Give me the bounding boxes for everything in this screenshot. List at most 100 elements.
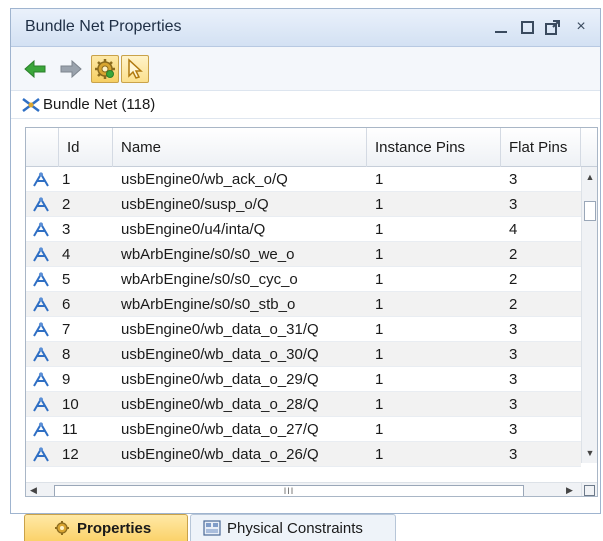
minimize-icon: [495, 21, 507, 33]
table-row[interactable]: 5 wbArbEngine/s0/s0_cyc_o 1 2: [26, 267, 581, 292]
net-icon: [33, 396, 49, 412]
tab-properties[interactable]: Properties: [24, 514, 188, 541]
tab-properties-label: Properties: [77, 519, 152, 537]
table-row[interactable]: 3 usbEngine0/u4/inta/Q 1 4: [26, 217, 581, 242]
cell-instance-pins: 1: [375, 296, 384, 313]
gear-icon: [55, 521, 69, 535]
table-row[interactable]: 4 wbArbEngine/s0/s0_we_o 1 2: [26, 242, 581, 267]
column-header-flat-pins[interactable]: Flat Pins: [501, 128, 581, 167]
net-icon: [33, 196, 49, 212]
row-icon-cell: [26, 217, 59, 242]
cell-name: usbEngine0/wb_data_o_29/Q: [121, 371, 319, 388]
float-button[interactable]: [541, 15, 565, 39]
cell-flat-pins: 2: [509, 271, 518, 288]
net-icon: [33, 321, 49, 337]
net-icon: [33, 421, 49, 437]
tab-physical-constraints-label: Physical Constraints: [227, 519, 363, 537]
scroll-left-icon[interactable]: ◀: [30, 485, 42, 496]
cell-id: 9: [62, 371, 71, 388]
maximize-icon: [520, 20, 534, 34]
close-icon: ×: [576, 18, 586, 35]
cell-name: usbEngine0/susp_o/Q: [121, 196, 269, 213]
row-icon-cell: [26, 242, 59, 267]
forward-button[interactable]: [57, 55, 85, 83]
cell-flat-pins: 4: [509, 221, 518, 238]
constraints-icon: [203, 520, 221, 536]
horizontal-scroll-thumb[interactable]: III: [54, 485, 524, 496]
table-row[interactable]: 7 usbEngine0/wb_data_o_31/Q 1 3: [26, 317, 581, 342]
scroll-right-icon[interactable]: ▶: [566, 485, 578, 496]
table-row[interactable]: 1 usbEngine0/wb_ack_o/Q 1 3: [26, 167, 581, 192]
pointer-icon: [128, 58, 143, 79]
table-row[interactable]: 11 usbEngine0/wb_data_o_27/Q 1 3: [26, 417, 581, 442]
window-title: Bundle Net Properties: [25, 18, 182, 35]
cell-name: usbEngine0/wb_data_o_28/Q: [121, 396, 319, 413]
cell-instance-pins: 1: [375, 421, 384, 438]
bundle-net-icon: [22, 98, 40, 112]
cell-id: 7: [62, 321, 71, 338]
cell-instance-pins: 1: [375, 396, 384, 413]
cell-instance-pins: 1: [375, 271, 384, 288]
cell-name: wbArbEngine/s0/s0_we_o: [121, 246, 295, 263]
properties-settings-button[interactable]: [91, 55, 119, 83]
net-icon: [33, 446, 49, 462]
back-button[interactable]: [21, 55, 49, 83]
net-icon: [33, 246, 49, 262]
row-icon-cell: [26, 192, 59, 217]
row-icon-cell: [26, 342, 59, 367]
row-icon-cell: [26, 417, 59, 442]
horizontal-scrollbar[interactable]: ◀ III ▶: [26, 482, 581, 496]
column-header-icon[interactable]: [26, 128, 59, 167]
close-button[interactable]: ×: [569, 15, 593, 39]
cell-id: 10: [62, 396, 79, 413]
cell-instance-pins: 1: [375, 371, 384, 388]
cell-flat-pins: 3: [509, 321, 518, 338]
net-icon: [33, 296, 49, 312]
scroll-up-icon[interactable]: ▲: [582, 171, 597, 183]
cell-name: wbArbEngine/s0/s0_stb_o: [121, 296, 296, 313]
cell-name: usbEngine0/wb_data_o_27/Q: [121, 421, 319, 438]
float-icon: [545, 20, 560, 35]
cell-instance-pins: 1: [375, 196, 384, 213]
cell-name: usbEngine0/u4/inta/Q: [121, 221, 266, 238]
title-bar[interactable]: Bundle Net Properties ×: [11, 9, 600, 47]
column-header-name[interactable]: Name: [113, 128, 367, 167]
cell-flat-pins: 3: [509, 396, 518, 413]
corner-box-icon: [584, 485, 595, 496]
column-header-instance-pins[interactable]: Instance Pins: [367, 128, 501, 167]
bundle-net-table: Id Name Instance Pins Flat Pins 1 usbEngi…: [25, 127, 598, 497]
row-icon-cell: [26, 317, 59, 342]
vertical-scrollbar[interactable]: ▲ ▼: [581, 167, 597, 463]
row-icon-cell: [26, 367, 59, 392]
cell-flat-pins: 2: [509, 296, 518, 313]
cell-name: wbArbEngine/s0/s0_cyc_o: [121, 271, 298, 288]
bundle-net-properties-window: Bundle Net Properties × Bundle Net (118)…: [10, 8, 601, 514]
cell-name: usbEngine0/wb_data_o_30/Q: [121, 346, 319, 363]
cell-flat-pins: 3: [509, 421, 518, 438]
cell-flat-pins: 3: [509, 171, 518, 188]
cell-instance-pins: 1: [375, 171, 384, 188]
table-row[interactable]: 12 usbEngine0/wb_data_o_26/Q 1 3: [26, 442, 581, 467]
row-icon-cell: [26, 167, 59, 192]
bottom-tabs: Properties Physical Constraints: [0, 514, 603, 541]
vertical-scroll-thumb[interactable]: [584, 201, 596, 221]
tab-physical-constraints[interactable]: Physical Constraints: [190, 514, 396, 541]
table-row[interactable]: 10 usbEngine0/wb_data_o_28/Q 1 3: [26, 392, 581, 417]
toolbar: [11, 47, 600, 91]
scroll-down-icon[interactable]: ▼: [582, 447, 597, 459]
grid-corner[interactable]: [581, 482, 597, 496]
net-icon: [33, 371, 49, 387]
select-button[interactable]: [121, 55, 149, 83]
table-row[interactable]: 2 usbEngine0/susp_o/Q 1 3: [26, 192, 581, 217]
net-icon: [33, 221, 49, 237]
net-icon: [33, 171, 49, 187]
row-icon-cell: [26, 392, 59, 417]
table-row[interactable]: 6 wbArbEngine/s0/s0_stb_o 1 2: [26, 292, 581, 317]
table-row[interactable]: 9 usbEngine0/wb_data_o_29/Q 1 3: [26, 367, 581, 392]
maximize-button[interactable]: [515, 15, 539, 39]
minimize-button[interactable]: [489, 15, 513, 39]
table-row[interactable]: 8 usbEngine0/wb_data_o_30/Q 1 3: [26, 342, 581, 367]
object-label: Bundle Net (118): [43, 96, 156, 113]
column-header-id[interactable]: Id: [59, 128, 113, 167]
scroll-grip: III: [283, 486, 295, 496]
